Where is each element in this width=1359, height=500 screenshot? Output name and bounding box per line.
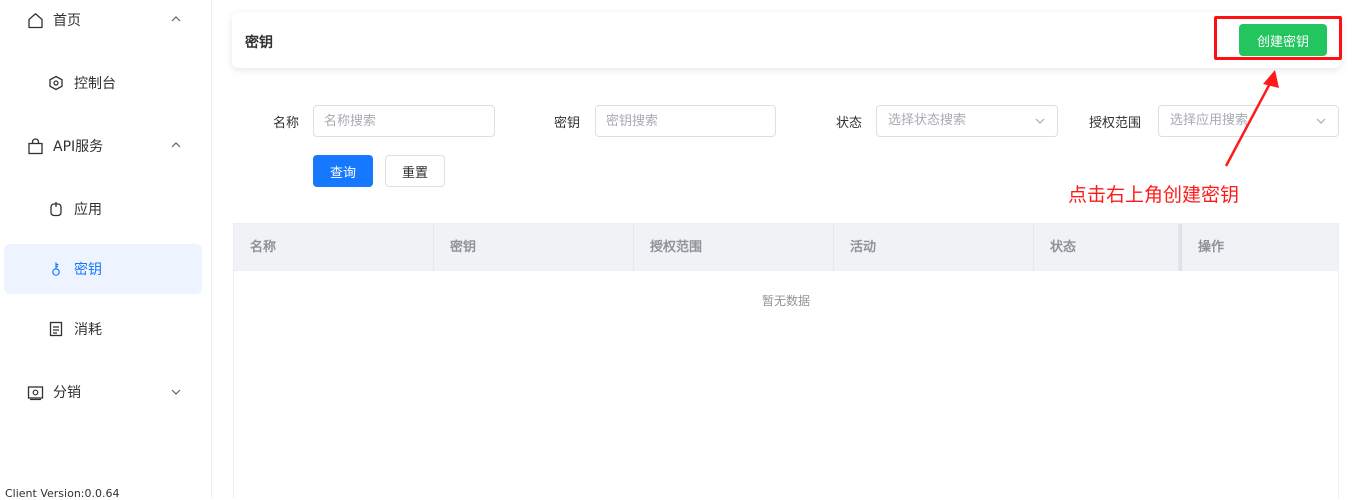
home-icon xyxy=(26,11,44,29)
page-header: 密钥 创建密钥 xyxy=(232,12,1341,68)
annotation-text: 点击右上角创建密钥 xyxy=(1068,184,1240,206)
table-header: 名称 密钥 授权范围 活动 状态 操作 xyxy=(234,224,1338,271)
column-header-status: 状态 xyxy=(1034,224,1179,271)
chevron-up-icon[interactable] xyxy=(171,15,181,23)
key-icon xyxy=(47,260,65,278)
status-select[interactable]: 选择状态搜索 xyxy=(876,105,1058,137)
page-title: 密钥 xyxy=(245,35,273,51)
annotation-highlight-box xyxy=(1214,16,1342,60)
sidebar-item-apps[interactable]: 应用 xyxy=(47,199,102,219)
scope-filter-label: 授权范围 xyxy=(1089,116,1142,131)
column-header-key: 密钥 xyxy=(434,224,634,271)
key-search-input[interactable] xyxy=(595,105,776,137)
chevron-down-icon[interactable] xyxy=(171,388,181,396)
nav-group-label: API服务 xyxy=(53,139,104,155)
chevron-down-icon xyxy=(1035,118,1045,124)
column-header-activity: 活动 xyxy=(834,224,1034,271)
chevron-up-icon[interactable] xyxy=(171,141,181,149)
nav-group-label: 分销 xyxy=(53,385,81,401)
column-header-scope: 授权范围 xyxy=(634,224,834,271)
document-icon xyxy=(47,320,65,338)
nav-group-home[interactable]: 首页 xyxy=(26,10,81,30)
status-select-placeholder: 选择状态搜索 xyxy=(888,113,967,128)
keys-table: 名称 密钥 授权范围 活动 状态 操作 暂无数据 xyxy=(233,223,1339,498)
nav-group-api[interactable]: API服务 xyxy=(26,136,103,156)
sidebar-item-label: 消耗 xyxy=(74,322,102,338)
sidebar-item-keys[interactable]: 密钥 xyxy=(47,259,102,279)
sidebar-item-console[interactable]: 控制台 xyxy=(47,73,116,93)
nav-group-label: 首页 xyxy=(53,13,81,29)
column-header-actions: 操作 xyxy=(1179,224,1338,271)
cube-icon xyxy=(47,74,65,92)
name-filter-label: 名称 xyxy=(273,116,300,131)
chevron-down-icon xyxy=(1316,118,1326,124)
name-search-input[interactable] xyxy=(313,105,495,137)
sidebar: 首页 控制台 API服务 应用 密钥 消耗 分销 Client Version:… xyxy=(0,0,212,500)
reset-button[interactable]: 重置 xyxy=(385,155,445,187)
table-empty-text: 暂无数据 xyxy=(761,294,810,308)
query-button[interactable]: 查询 xyxy=(313,155,373,187)
key-filter-label: 密钥 xyxy=(554,116,581,131)
sidebar-item-label: 密钥 xyxy=(74,262,102,278)
column-header-name: 名称 xyxy=(234,224,434,271)
bag-icon xyxy=(26,137,44,155)
power-icon xyxy=(47,200,65,218)
status-filter-label: 状态 xyxy=(836,116,863,131)
client-version: Client Version:0.0.64 xyxy=(5,487,120,500)
annotation-arrow-icon xyxy=(1224,70,1279,167)
sidebar-item-label: 控制台 xyxy=(74,76,116,92)
wallet-icon xyxy=(26,383,44,401)
sidebar-item-label: 应用 xyxy=(74,202,102,218)
nav-group-distribution[interactable]: 分销 xyxy=(26,382,81,402)
sidebar-active-highlight xyxy=(4,244,202,294)
sidebar-item-usage[interactable]: 消耗 xyxy=(47,319,102,339)
